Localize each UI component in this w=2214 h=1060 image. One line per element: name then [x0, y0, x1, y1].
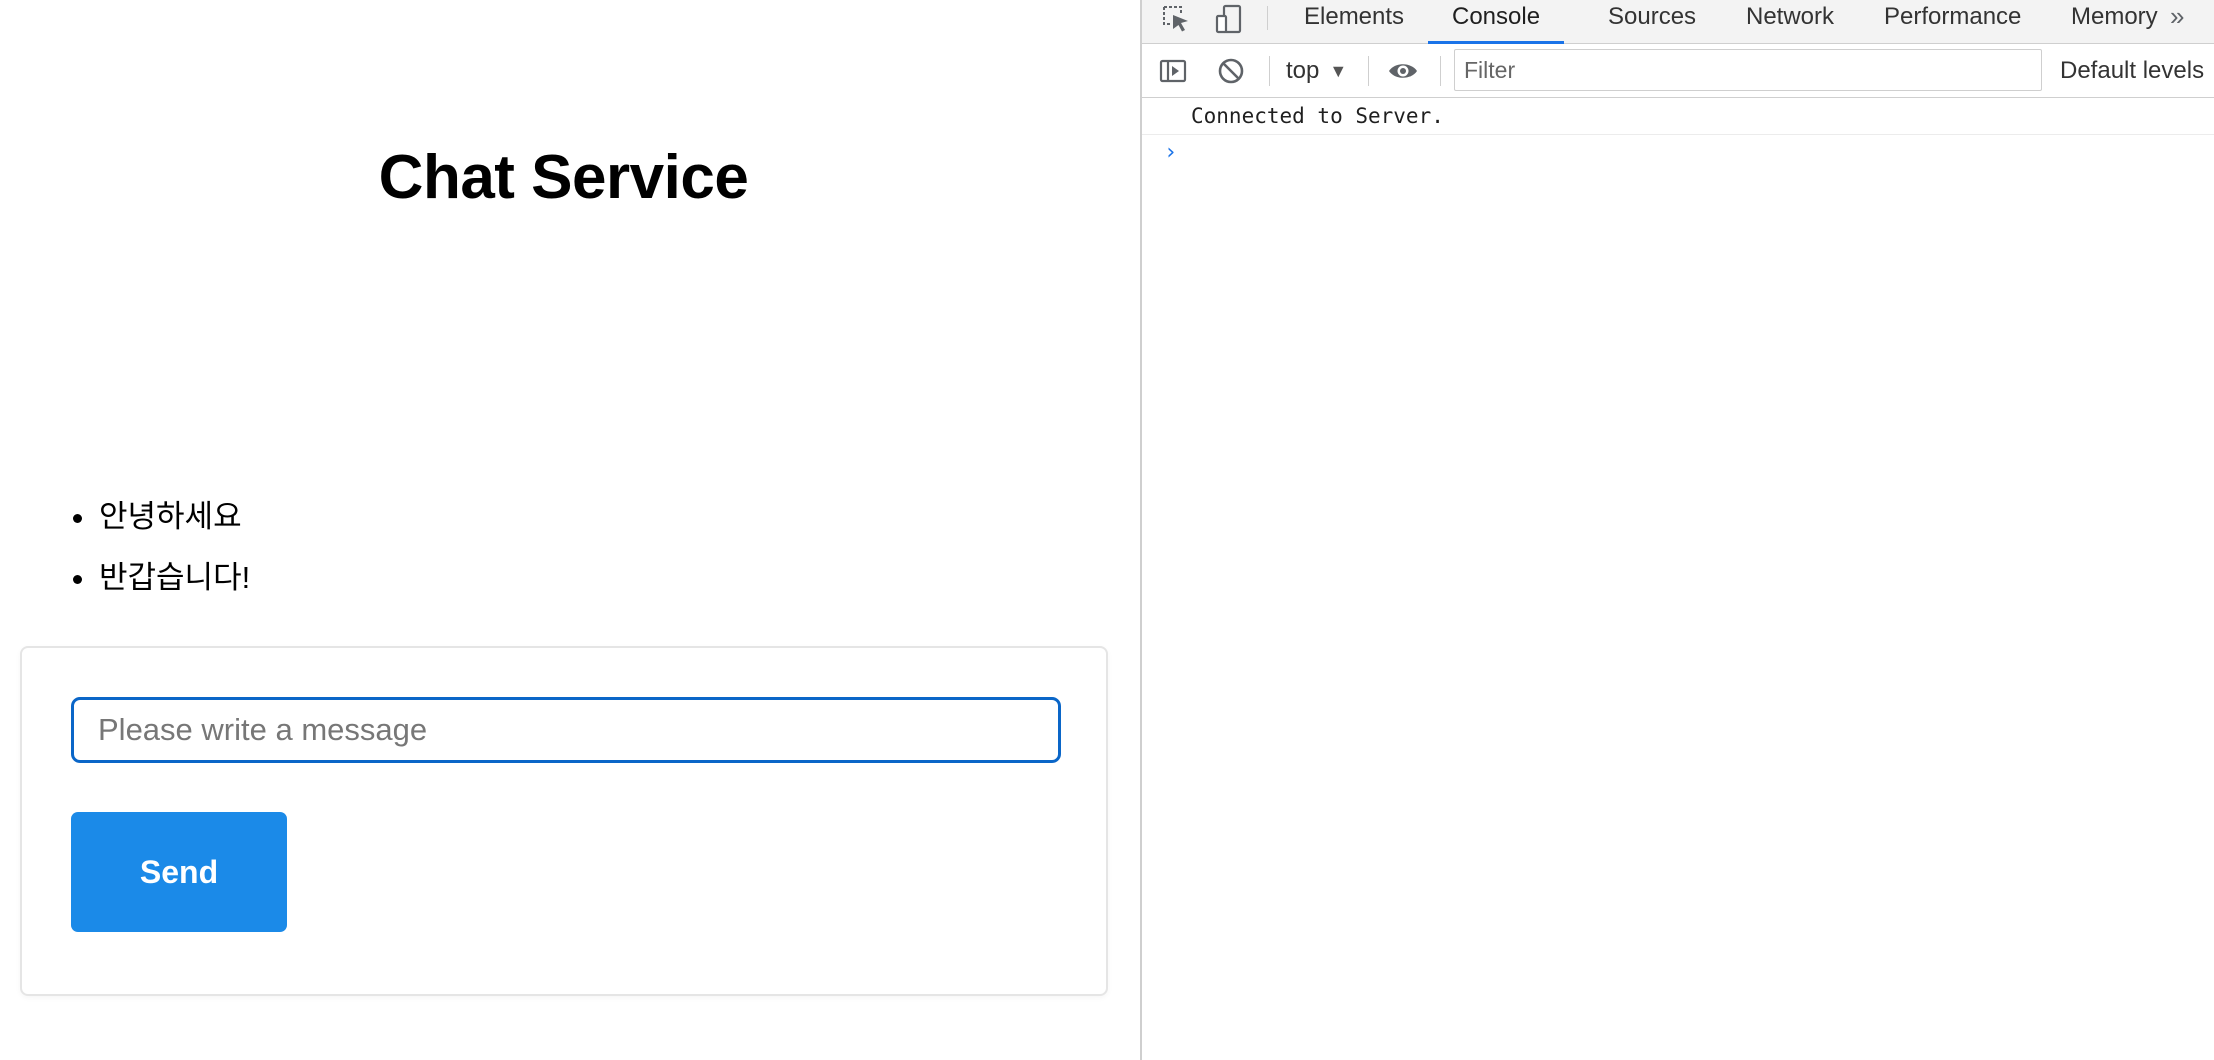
dropdown-arrow-icon: ▼	[1329, 61, 1348, 81]
console-output: Connected to Server. ›	[1142, 98, 2214, 1060]
toolbar-separator	[1440, 56, 1441, 86]
inspect-element-icon[interactable]	[1159, 2, 1193, 36]
console-toolbar: top ▼ Default levels	[1142, 44, 2214, 98]
log-levels-dropdown[interactable]: Default levels	[2060, 52, 2204, 90]
prompt-chevron-icon: ›	[1164, 140, 1178, 165]
clear-console-icon[interactable]	[1214, 54, 1248, 88]
sidebar-toggle-icon[interactable]	[1156, 54, 1190, 88]
tab-bar-separator	[1267, 6, 1268, 30]
context-selector-value: top	[1286, 57, 1320, 84]
screen: Chat Service 안녕하세요 반갑습니다! Send	[0, 0, 2214, 1060]
message-item: 반갑습니다!	[70, 558, 250, 598]
tab-memory[interactable]: Memory	[2047, 0, 2182, 44]
message-list: 안녕하세요 반갑습니다!	[70, 497, 250, 619]
tab-elements[interactable]: Elements	[1280, 0, 1428, 44]
more-tabs-button[interactable]: »	[2170, 0, 2184, 34]
tab-performance[interactable]: Performance	[1860, 0, 2045, 44]
tab-network[interactable]: Network	[1722, 0, 1858, 44]
devtools-tab-bar: Elements Console Sources Network Perform…	[1142, 0, 2214, 44]
tab-sources[interactable]: Sources	[1584, 0, 1720, 44]
compose-card: Send	[20, 646, 1108, 996]
toolbar-separator	[1269, 56, 1270, 86]
console-filter-input[interactable]	[1454, 49, 2042, 91]
message-input[interactable]	[71, 697, 1061, 763]
context-selector[interactable]: top ▼	[1286, 52, 1347, 90]
device-toolbar-icon[interactable]	[1212, 2, 1246, 36]
toolbar-separator	[1368, 56, 1369, 86]
console-prompt[interactable]: ›	[1142, 135, 2214, 171]
tab-console[interactable]: Console	[1428, 0, 1565, 44]
send-button[interactable]: Send	[71, 812, 287, 932]
live-expression-eye-icon[interactable]	[1386, 54, 1420, 88]
devtools-panel: Elements Console Sources Network Perform…	[1140, 0, 2214, 1060]
message-item: 안녕하세요	[70, 497, 250, 537]
page-title: Chat Service	[378, 143, 749, 212]
chat-page: Chat Service 안녕하세요 반갑습니다! Send	[0, 0, 1140, 1060]
console-message: Connected to Server.	[1142, 98, 2214, 135]
